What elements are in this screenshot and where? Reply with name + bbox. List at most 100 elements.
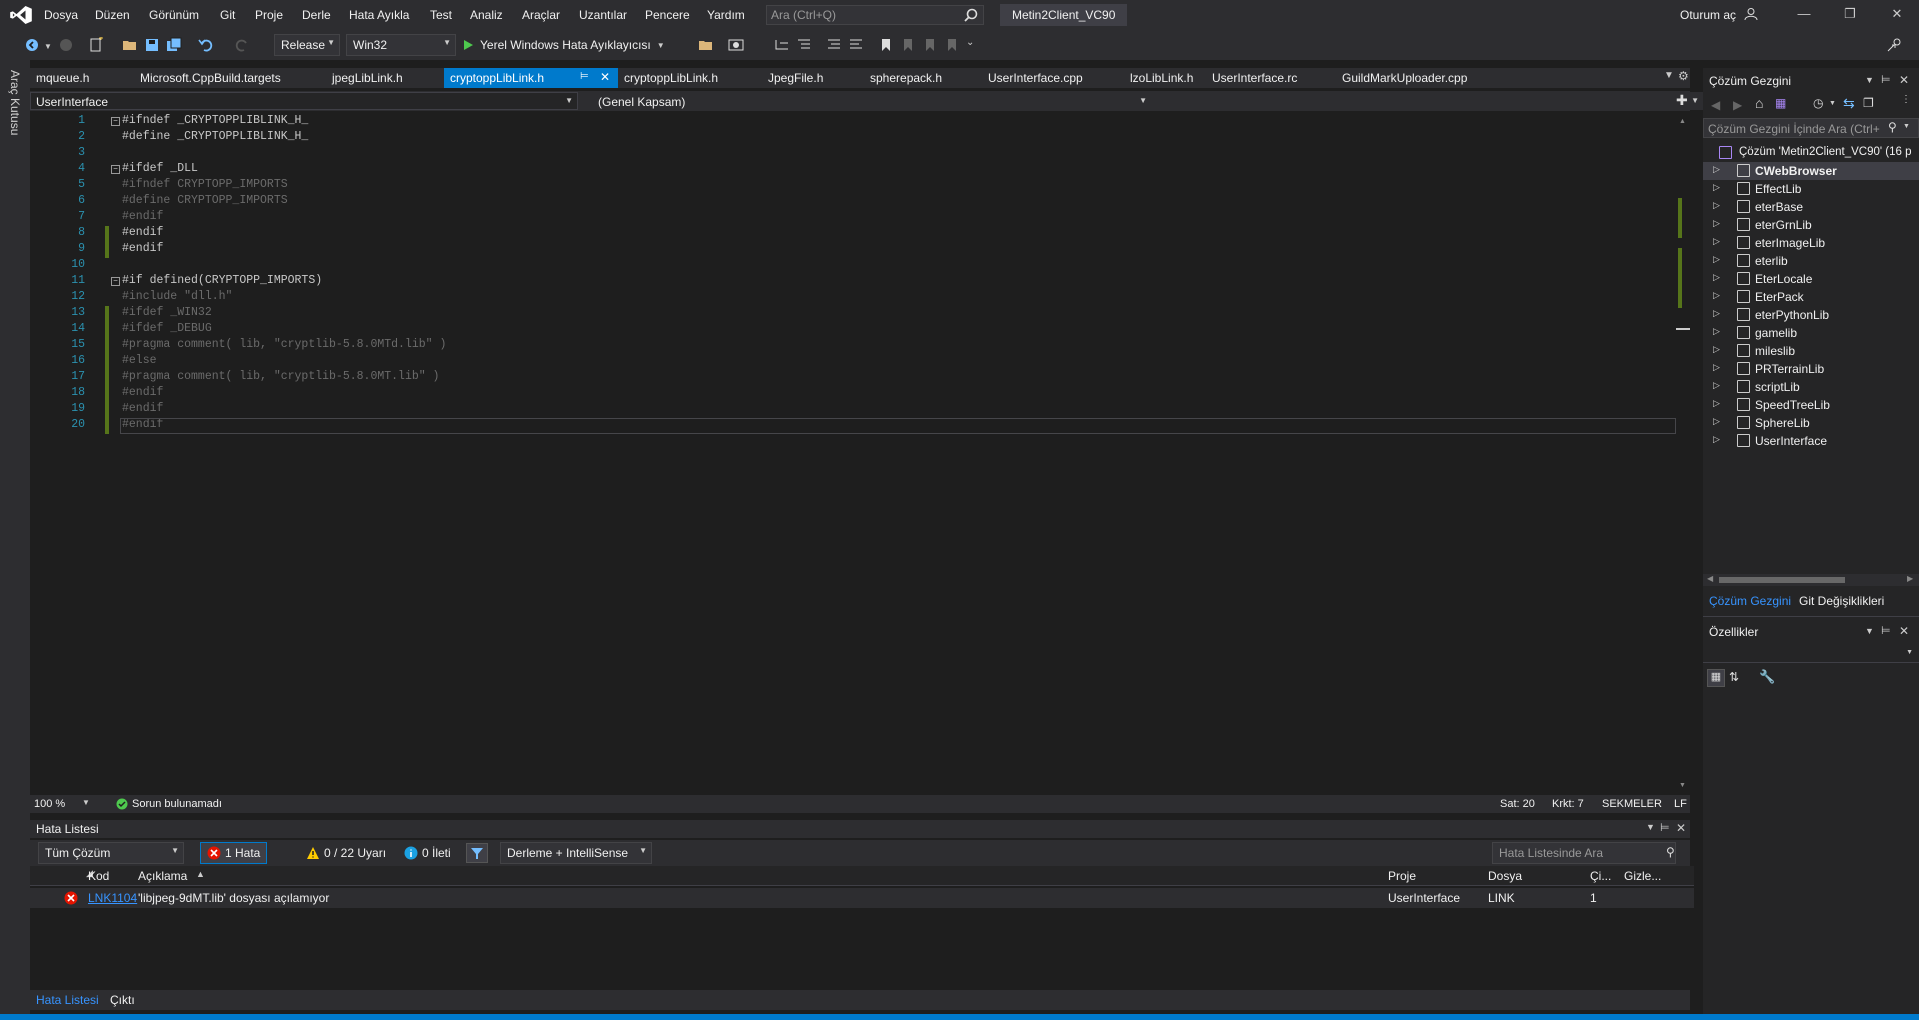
tree-project-item[interactable]: ▷ EterLocale — [1703, 270, 1919, 288]
menu-git[interactable]: Git — [220, 8, 235, 22]
fold-toggle-icon[interactable]: − — [111, 277, 120, 286]
errors-filter-button[interactable]: 1 Hata — [200, 842, 268, 864]
close-tab-icon[interactable]: ✕ — [600, 70, 610, 84]
column-header-description[interactable]: Açıklama — [138, 869, 187, 883]
clear-bookmarks-icon[interactable] — [944, 37, 960, 53]
expand-icon[interactable]: ▷ — [1713, 416, 1720, 427]
solution-search-input[interactable]: Çözüm Gezgini İçinde Ara (Ctrl+ — [1703, 118, 1919, 138]
bookmark-icon[interactable] — [878, 37, 894, 53]
build-filter-select[interactable]: Derleme + IntelliSense ▼ — [500, 842, 652, 864]
menu-analyze[interactable]: Analiz — [470, 8, 503, 22]
redo-icon[interactable] — [234, 37, 250, 53]
chevron-down-icon[interactable]: ▼ — [82, 798, 90, 807]
categorized-icon[interactable]: ▦ — [1707, 669, 1725, 687]
tree-project-item[interactable]: ▷ EffectLib — [1703, 180, 1919, 198]
expand-icon[interactable]: ▷ — [1713, 326, 1720, 337]
menu-test[interactable]: Test — [430, 8, 452, 22]
back-icon[interactable]: ◀ — [1711, 98, 1720, 112]
search-icon[interactable]: ⚲ — [1888, 120, 1897, 134]
forward-icon[interactable] — [58, 37, 74, 53]
warnings-filter-button[interactable]: 0 / 22 Uyarı — [300, 842, 392, 864]
expand-icon[interactable]: ▷ — [1713, 164, 1720, 175]
expand-icon[interactable]: ▷ — [1713, 434, 1720, 445]
alphabetical-sort-icon[interactable]: ⇅ — [1729, 670, 1739, 684]
expand-icon[interactable]: ▷ — [1713, 200, 1720, 211]
scroll-up-icon[interactable]: ▲ — [1679, 118, 1686, 125]
panel-options-icon[interactable]: ▼ — [1865, 626, 1874, 636]
user-icon[interactable] — [1744, 7, 1758, 21]
column-header-project[interactable]: Proje — [1388, 869, 1416, 883]
menu-help[interactable]: Yardım — [707, 8, 745, 22]
expand-icon[interactable]: ▷ — [1713, 254, 1720, 265]
panel-options-icon[interactable]: ▼ — [1646, 822, 1655, 832]
tab-output[interactable]: Çıktı — [110, 993, 135, 1007]
menu-edit[interactable]: Düzen — [95, 8, 130, 22]
tree-project-item[interactable]: ▷ eterBase — [1703, 198, 1919, 216]
undo-icon[interactable] — [198, 37, 214, 53]
prev-bookmark-icon[interactable] — [900, 37, 916, 53]
close-panel-icon[interactable]: ✕ — [1899, 73, 1909, 87]
properties-object-select[interactable]: ▼ — [1703, 645, 1919, 663]
eol-indicator[interactable]: LF — [1674, 798, 1687, 810]
pin-icon[interactable]: ⊨ — [580, 71, 589, 82]
scope-filter-select[interactable]: Tüm Çözüm ▼ — [38, 842, 184, 864]
forward-icon[interactable]: ▶ — [1733, 98, 1742, 112]
align-right-icon[interactable] — [848, 37, 864, 53]
close-panel-icon[interactable]: ✕ — [1899, 624, 1909, 638]
expand-icon[interactable]: ▷ — [1713, 272, 1720, 283]
tab-list-dropdown-icon[interactable]: ▼ — [1664, 70, 1674, 81]
search-icon[interactable] — [964, 8, 978, 22]
pin-icon[interactable]: ⊨ — [1881, 624, 1891, 637]
screenshot-icon[interactable] — [728, 37, 744, 53]
tree-solution-node[interactable]: Çözüm 'Metin2Client_VC90' (16 p — [1703, 144, 1919, 162]
open-file-icon[interactable] — [122, 37, 138, 53]
next-bookmark-icon[interactable] — [922, 37, 938, 53]
property-pages-icon[interactable]: 🔧 — [1759, 669, 1775, 685]
tree-project-item[interactable]: ▷ eterPythonLib — [1703, 306, 1919, 324]
scroll-down-icon[interactable]: ▼ — [1679, 782, 1686, 789]
expand-icon[interactable]: ▷ — [1713, 380, 1720, 391]
error-search-input[interactable]: Hata Listesinde Ara — [1492, 842, 1676, 864]
menu-window[interactable]: Pencere — [645, 8, 690, 22]
filter-button[interactable] — [466, 843, 488, 863]
expand-icon[interactable]: ▷ — [1713, 308, 1720, 319]
member-dropdown[interactable]: ▼ — [1156, 92, 1704, 110]
scroll-right-icon[interactable]: ▶ — [1907, 574, 1913, 583]
tab-error-list[interactable]: Hata Listesi — [36, 993, 99, 1007]
issues-status[interactable]: Sorun bulunamadı — [132, 798, 222, 810]
sync-icon[interactable]: ⇆ — [1843, 95, 1855, 112]
chevron-down-icon[interactable]: ▼ — [1903, 123, 1910, 130]
tab-cryptopplibklink-h[interactable]: cryptoppLibLink.h — [618, 68, 724, 88]
close-icon[interactable]: ✕ — [1889, 6, 1905, 22]
menu-project[interactable]: Proje — [255, 8, 283, 22]
tree-horizontal-scrollbar[interactable]: ◀ ▶ — [1703, 574, 1919, 586]
tree-project-item[interactable]: ▷ eterImageLib — [1703, 234, 1919, 252]
panel-options-icon[interactable]: ▼ — [1865, 75, 1874, 85]
tree-project-item[interactable]: ▷ SpeedTreeLib — [1703, 396, 1919, 414]
visual-studio-logo-icon[interactable] — [10, 6, 32, 24]
menu-extensions[interactable]: Uzantılar — [579, 8, 627, 22]
tab-lzoliblink-h[interactable]: lzoLibLink.h — [1124, 68, 1199, 88]
tab-jpegfile-h[interactable]: JpegFile.h — [762, 68, 829, 88]
tab-jpeglibklink-h[interactable]: jpegLibLink.h — [326, 68, 409, 88]
expand-icon[interactable]: ▷ — [1713, 362, 1720, 373]
pin-icon[interactable]: ⊨ — [1660, 821, 1670, 834]
pin-icon[interactable]: ⊨ — [1881, 73, 1891, 86]
switch-view-icon[interactable]: ▦ — [1775, 96, 1786, 110]
menu-debug[interactable]: Hata Ayıkla — [349, 8, 409, 22]
split-editor-icon[interactable]: ✚ — [1676, 92, 1688, 109]
search-icon[interactable]: ⚲ — [1666, 845, 1675, 859]
menu-tools[interactable]: Araçlar — [522, 8, 560, 22]
back-icon[interactable] — [24, 37, 40, 53]
step-over-icon[interactable] — [796, 37, 812, 53]
tab-git-changes[interactable]: Git Değişiklikleri — [1799, 594, 1884, 608]
tree-project-item[interactable]: ▷ EterPack — [1703, 288, 1919, 306]
fold-toggle-icon[interactable]: − — [111, 117, 120, 126]
history-icon[interactable]: ◷ — [1813, 96, 1823, 110]
home-icon[interactable]: ⌂ — [1755, 95, 1763, 111]
tab-userinterface-rc[interactable]: UserInterface.rc — [1206, 68, 1303, 88]
error-code-link[interactable]: LNK1104 — [88, 891, 137, 905]
tree-project-item[interactable]: ▷ SphereLib — [1703, 414, 1919, 432]
tab-cryptopplibklink-h-active[interactable]: cryptoppLibLink.h ⊨ ✕ — [444, 68, 618, 88]
tree-project-item[interactable]: ▷ CWebBrowser — [1703, 162, 1919, 180]
